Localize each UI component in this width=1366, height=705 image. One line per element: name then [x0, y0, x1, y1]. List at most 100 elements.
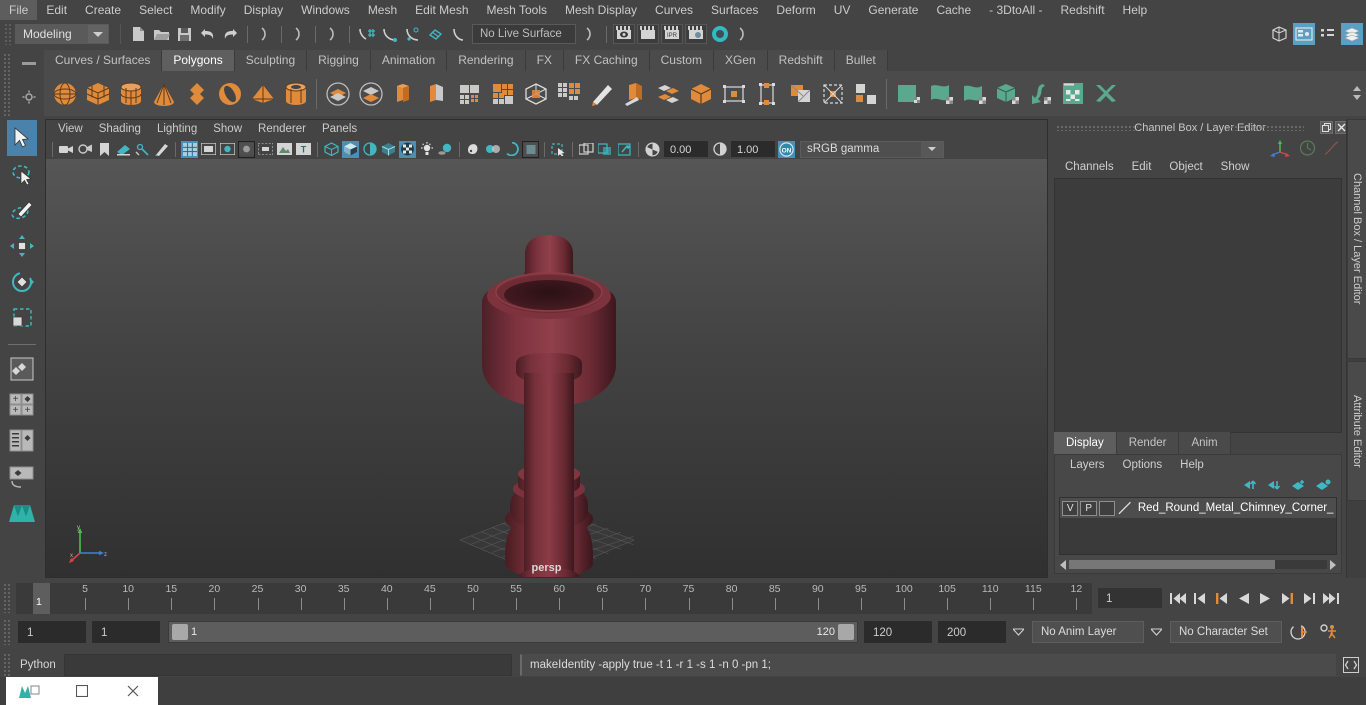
poly-sphere-icon[interactable]	[48, 75, 81, 113]
gamma-icon[interactable]	[711, 141, 728, 158]
step-forward-frame-icon[interactable]	[1278, 588, 1297, 608]
uv-editor-icon[interactable]	[891, 75, 924, 113]
selection-mask-component-icon[interactable]	[322, 24, 343, 45]
go-to-end-icon[interactable]	[1322, 588, 1341, 608]
chevron-down-icon[interactable]	[88, 25, 108, 43]
uv-automatic-mapping-icon[interactable]	[816, 75, 849, 113]
scroll-left-icon[interactable]	[1060, 559, 1066, 570]
channel-curve-icon[interactable]	[1323, 140, 1340, 156]
shelf-scroll-down-icon[interactable]	[1353, 95, 1361, 100]
playback-start-time-field[interactable]: 1	[92, 621, 160, 643]
range-end-handle[interactable]	[838, 624, 854, 640]
menu-select[interactable]: Select	[130, 0, 181, 20]
multisample-anti-aliasing-icon[interactable]	[503, 141, 520, 158]
uv-distortion-icon[interactable]	[1089, 75, 1122, 113]
render-sequence-icon[interactable]	[637, 24, 659, 44]
layer-tab-display[interactable]: Display	[1054, 432, 1117, 454]
vertical-tab-attribute-editor[interactable]: Attribute Editor	[1347, 361, 1366, 501]
layer-list-scrollbar[interactable]	[1060, 559, 1336, 570]
smooth-shade-all-icon[interactable]	[342, 140, 359, 158]
viewport-menu-shading[interactable]: Shading	[91, 120, 149, 139]
menu-3dtoall[interactable]: - 3DtoAll -	[980, 0, 1051, 20]
status-line-grip[interactable]	[4, 23, 12, 45]
menu-uv[interactable]: UV	[825, 0, 860, 20]
channel-box-menu-channels[interactable]: Channels	[1056, 157, 1123, 177]
command-language-label[interactable]: Python	[12, 654, 64, 676]
shelf-scroll-up-icon[interactable]	[1353, 86, 1361, 91]
poly-pyramid-icon[interactable]	[246, 75, 279, 113]
layer-color-swatch-icon[interactable]	[1117, 500, 1132, 516]
viewport-menu-renderer[interactable]: Renderer	[250, 120, 314, 139]
uv-cylindrical-mapping-icon[interactable]	[750, 75, 783, 113]
layer-tab-anim[interactable]: Anim	[1179, 432, 1231, 454]
new-layer-from-selected-icon[interactable]	[1316, 479, 1331, 491]
combine-icon[interactable]	[321, 75, 354, 113]
layer-visibility-toggle[interactable]: V	[1062, 500, 1079, 516]
command-input-field[interactable]	[64, 654, 512, 676]
dock-grip-right[interactable]	[1226, 125, 1304, 131]
render-current-frame-icon[interactable]	[613, 24, 635, 44]
rotate-tool-icon[interactable]	[7, 264, 37, 300]
image-plane-icon[interactable]	[115, 141, 132, 158]
animation-start-time-field[interactable]: 1	[18, 621, 86, 643]
menu-help[interactable]: Help	[1114, 0, 1157, 20]
shelf-menu-icon[interactable]	[22, 62, 36, 65]
gamma-value-field[interactable]: 1.00	[731, 141, 775, 157]
color-management-toggle-icon[interactable]: ON	[778, 140, 795, 158]
color-profile-selector[interactable]: sRGB gamma	[800, 140, 944, 158]
play-backwards-icon[interactable]	[1234, 588, 1253, 608]
poly-pipe-icon[interactable]	[279, 75, 312, 113]
render-settings-icon[interactable]	[685, 24, 707, 44]
exposure-icon[interactable]	[644, 141, 661, 158]
xray-active-components-icon[interactable]	[616, 141, 633, 158]
uv-sew-icon[interactable]	[957, 75, 990, 113]
new-scene-icon[interactable]	[128, 24, 149, 45]
move-layer-down-icon[interactable]	[1268, 479, 1283, 491]
viewport-menu-panels[interactable]: Panels	[314, 120, 365, 139]
move-tool-icon[interactable]	[7, 228, 37, 264]
step-back-frame-icon[interactable]	[1212, 588, 1231, 608]
menu-deform[interactable]: Deform	[767, 0, 824, 20]
film-origin-icon[interactable]	[257, 141, 274, 158]
film-gate-icon[interactable]	[200, 141, 217, 158]
chevron-down-icon[interactable]	[921, 141, 943, 157]
channel-box-menu-object[interactable]: Object	[1160, 157, 1211, 177]
maya-app-icon[interactable]	[6, 677, 57, 705]
auto-keyframe-icon[interactable]	[1286, 623, 1312, 641]
poly-platonic-icon[interactable]	[180, 75, 213, 113]
dock-grip-left[interactable]	[1056, 125, 1138, 131]
layer-name-label[interactable]: Red_Round_Metal_Chimney_Corner_B	[1135, 502, 1334, 514]
channel-box-menu-edit[interactable]: Edit	[1123, 157, 1161, 177]
menu-modify[interactable]: Modify	[181, 0, 234, 20]
step-forward-keyframe-icon[interactable]	[1300, 588, 1319, 608]
shelf-tab-rendering[interactable]: Rendering	[447, 50, 526, 71]
xray-icon[interactable]	[578, 141, 595, 158]
pane-layout-quad-icon[interactable]: + + +	[7, 387, 37, 423]
poly-cylinder-icon[interactable]	[114, 75, 147, 113]
menu-windows[interactable]: Windows	[292, 0, 359, 20]
menu-edit-mesh[interactable]: Edit Mesh	[406, 0, 477, 20]
pane-layout-hypergraph-icon[interactable]	[7, 459, 37, 495]
menu-cache[interactable]: Cache	[927, 0, 980, 20]
shadows-icon[interactable]	[437, 141, 454, 158]
range-slider-bar-handle[interactable]: 1 120	[169, 622, 857, 642]
uv-cube-map-icon[interactable]	[990, 75, 1023, 113]
layer-tab-render[interactable]: Render	[1116, 432, 1180, 454]
viewport-menu-show[interactable]: Show	[205, 120, 250, 139]
maximize-icon[interactable]	[57, 677, 108, 705]
wireframe-on-shaded-icon[interactable]	[380, 141, 397, 158]
image-display-icon[interactable]	[276, 141, 293, 158]
viewport-menu-lighting[interactable]: Lighting	[149, 120, 205, 139]
exposure-value-field[interactable]: 0.00	[664, 141, 708, 157]
grid-icon[interactable]	[181, 140, 198, 158]
camera-attributes-icon[interactable]	[77, 141, 94, 158]
layer-row[interactable]: V P Red_Round_Metal_Chimney_Corner_B	[1060, 498, 1336, 518]
bookmark-icon[interactable]	[96, 141, 113, 158]
save-scene-icon[interactable]	[174, 24, 195, 45]
poly-cone-icon[interactable]	[147, 75, 180, 113]
layer-list[interactable]: V P Red_Round_Metal_Chimney_Corner_B	[1059, 497, 1337, 555]
shelf-tab-redshift[interactable]: Redshift	[767, 50, 835, 71]
go-to-start-icon[interactable]	[1168, 588, 1187, 608]
time-slider-grip[interactable]	[3, 583, 12, 613]
shelf-scroll-arrows[interactable]	[1350, 72, 1364, 114]
